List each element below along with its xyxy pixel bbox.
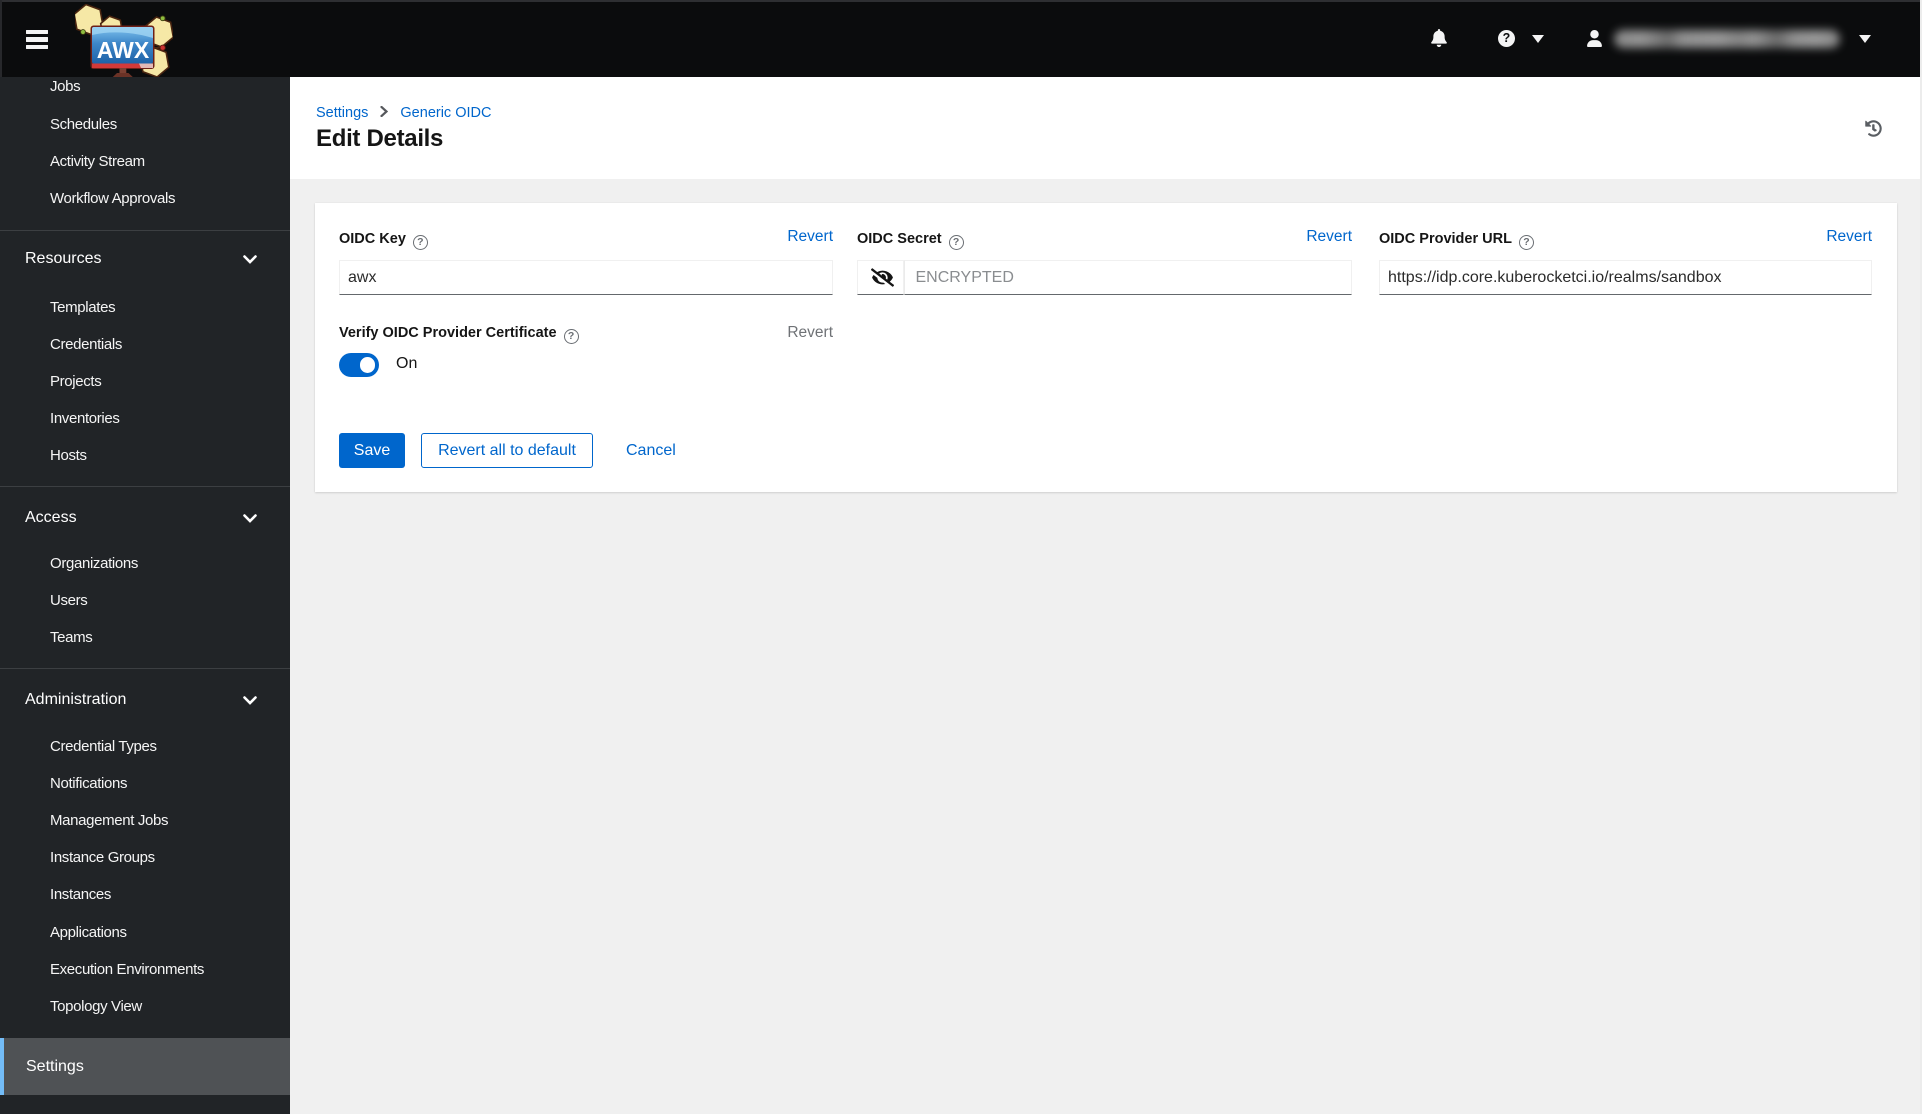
svg-text:AWX: AWX — [97, 37, 150, 63]
